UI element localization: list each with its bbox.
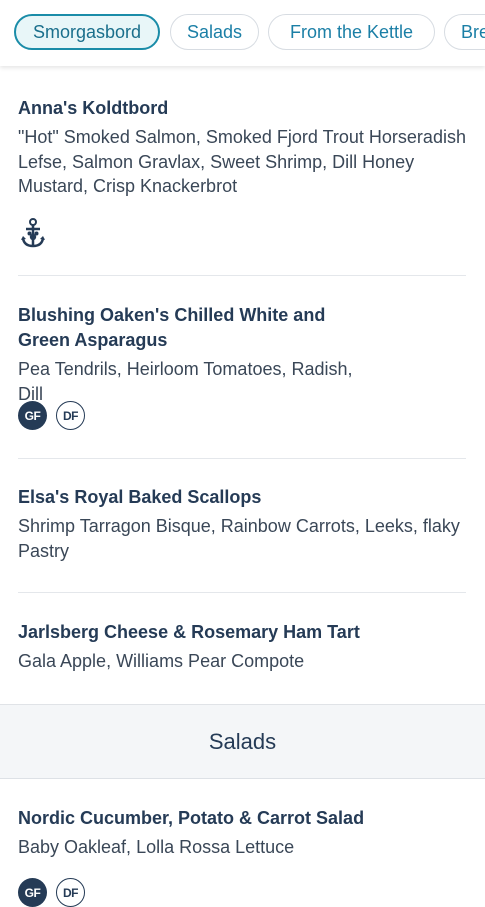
menu-item-title: Elsa's Royal Baked Scallops (18, 487, 262, 507)
gluten-free-badge: GF (18, 401, 47, 430)
menu-item-title: Nordic Cucumber, Potato & Carrot Salad (18, 808, 365, 828)
menu-item-description: Gala Apple, Williams Pear Compote (18, 651, 305, 671)
dairy-free-badge: DF (56, 401, 85, 430)
section-title: Salads (208, 728, 277, 754)
dairy-free-badge: DF (56, 878, 85, 907)
divider (18, 592, 466, 593)
menu-item-description: "Hot" Smoked Salmon, Smoked Fjord Trout … (18, 127, 466, 196)
divider (18, 458, 466, 459)
menu-item-title: Blushing Oaken's Chilled White and Green… (18, 305, 326, 350)
menu-item: Anna's Koldtbord "Hot" Smoked Salmon, Sm… (18, 96, 466, 199)
menu-item-title: Anna's Koldtbord (18, 98, 169, 118)
mickey-anchor-icon (18, 218, 48, 255)
menu-item-description: Baby Oakleaf, Lolla Rossa Lettuce (18, 837, 295, 857)
category-tab-bar: Smorgasbord Salads From the Kettle Bre (0, 0, 485, 66)
tab-bre[interactable]: Bre (444, 14, 485, 50)
gluten-free-badge: GF (18, 878, 47, 907)
tab-smorgasbord[interactable]: Smorgasbord (14, 14, 160, 50)
divider (18, 275, 466, 276)
menu-item-icons (18, 218, 48, 255)
menu-item: Blushing Oaken's Chilled White and Green… (18, 303, 358, 406)
menu-item-description: Shrimp Tarragon Bisque, Rainbow Carrots,… (18, 516, 460, 561)
menu-item: Jarlsberg Cheese & Rosemary Ham Tart Gal… (18, 620, 466, 674)
menu-item-title: Jarlsberg Cheese & Rosemary Ham Tart (18, 622, 360, 642)
menu-item: Elsa's Royal Baked Scallops Shrimp Tarra… (18, 485, 466, 563)
menu-item-badges: GF DF (18, 401, 85, 430)
tab-salads[interactable]: Salads (170, 14, 259, 50)
menu-item-badges: GF DF (18, 878, 85, 907)
menu-item: Nordic Cucumber, Potato & Carrot Salad B… (18, 806, 466, 860)
section-header-salads: Salads (0, 704, 485, 779)
menu-item-description: Pea Tendrils, Heirloom Tomatoes, Radish,… (18, 359, 353, 404)
tab-from-the-kettle[interactable]: From the Kettle (268, 14, 435, 50)
